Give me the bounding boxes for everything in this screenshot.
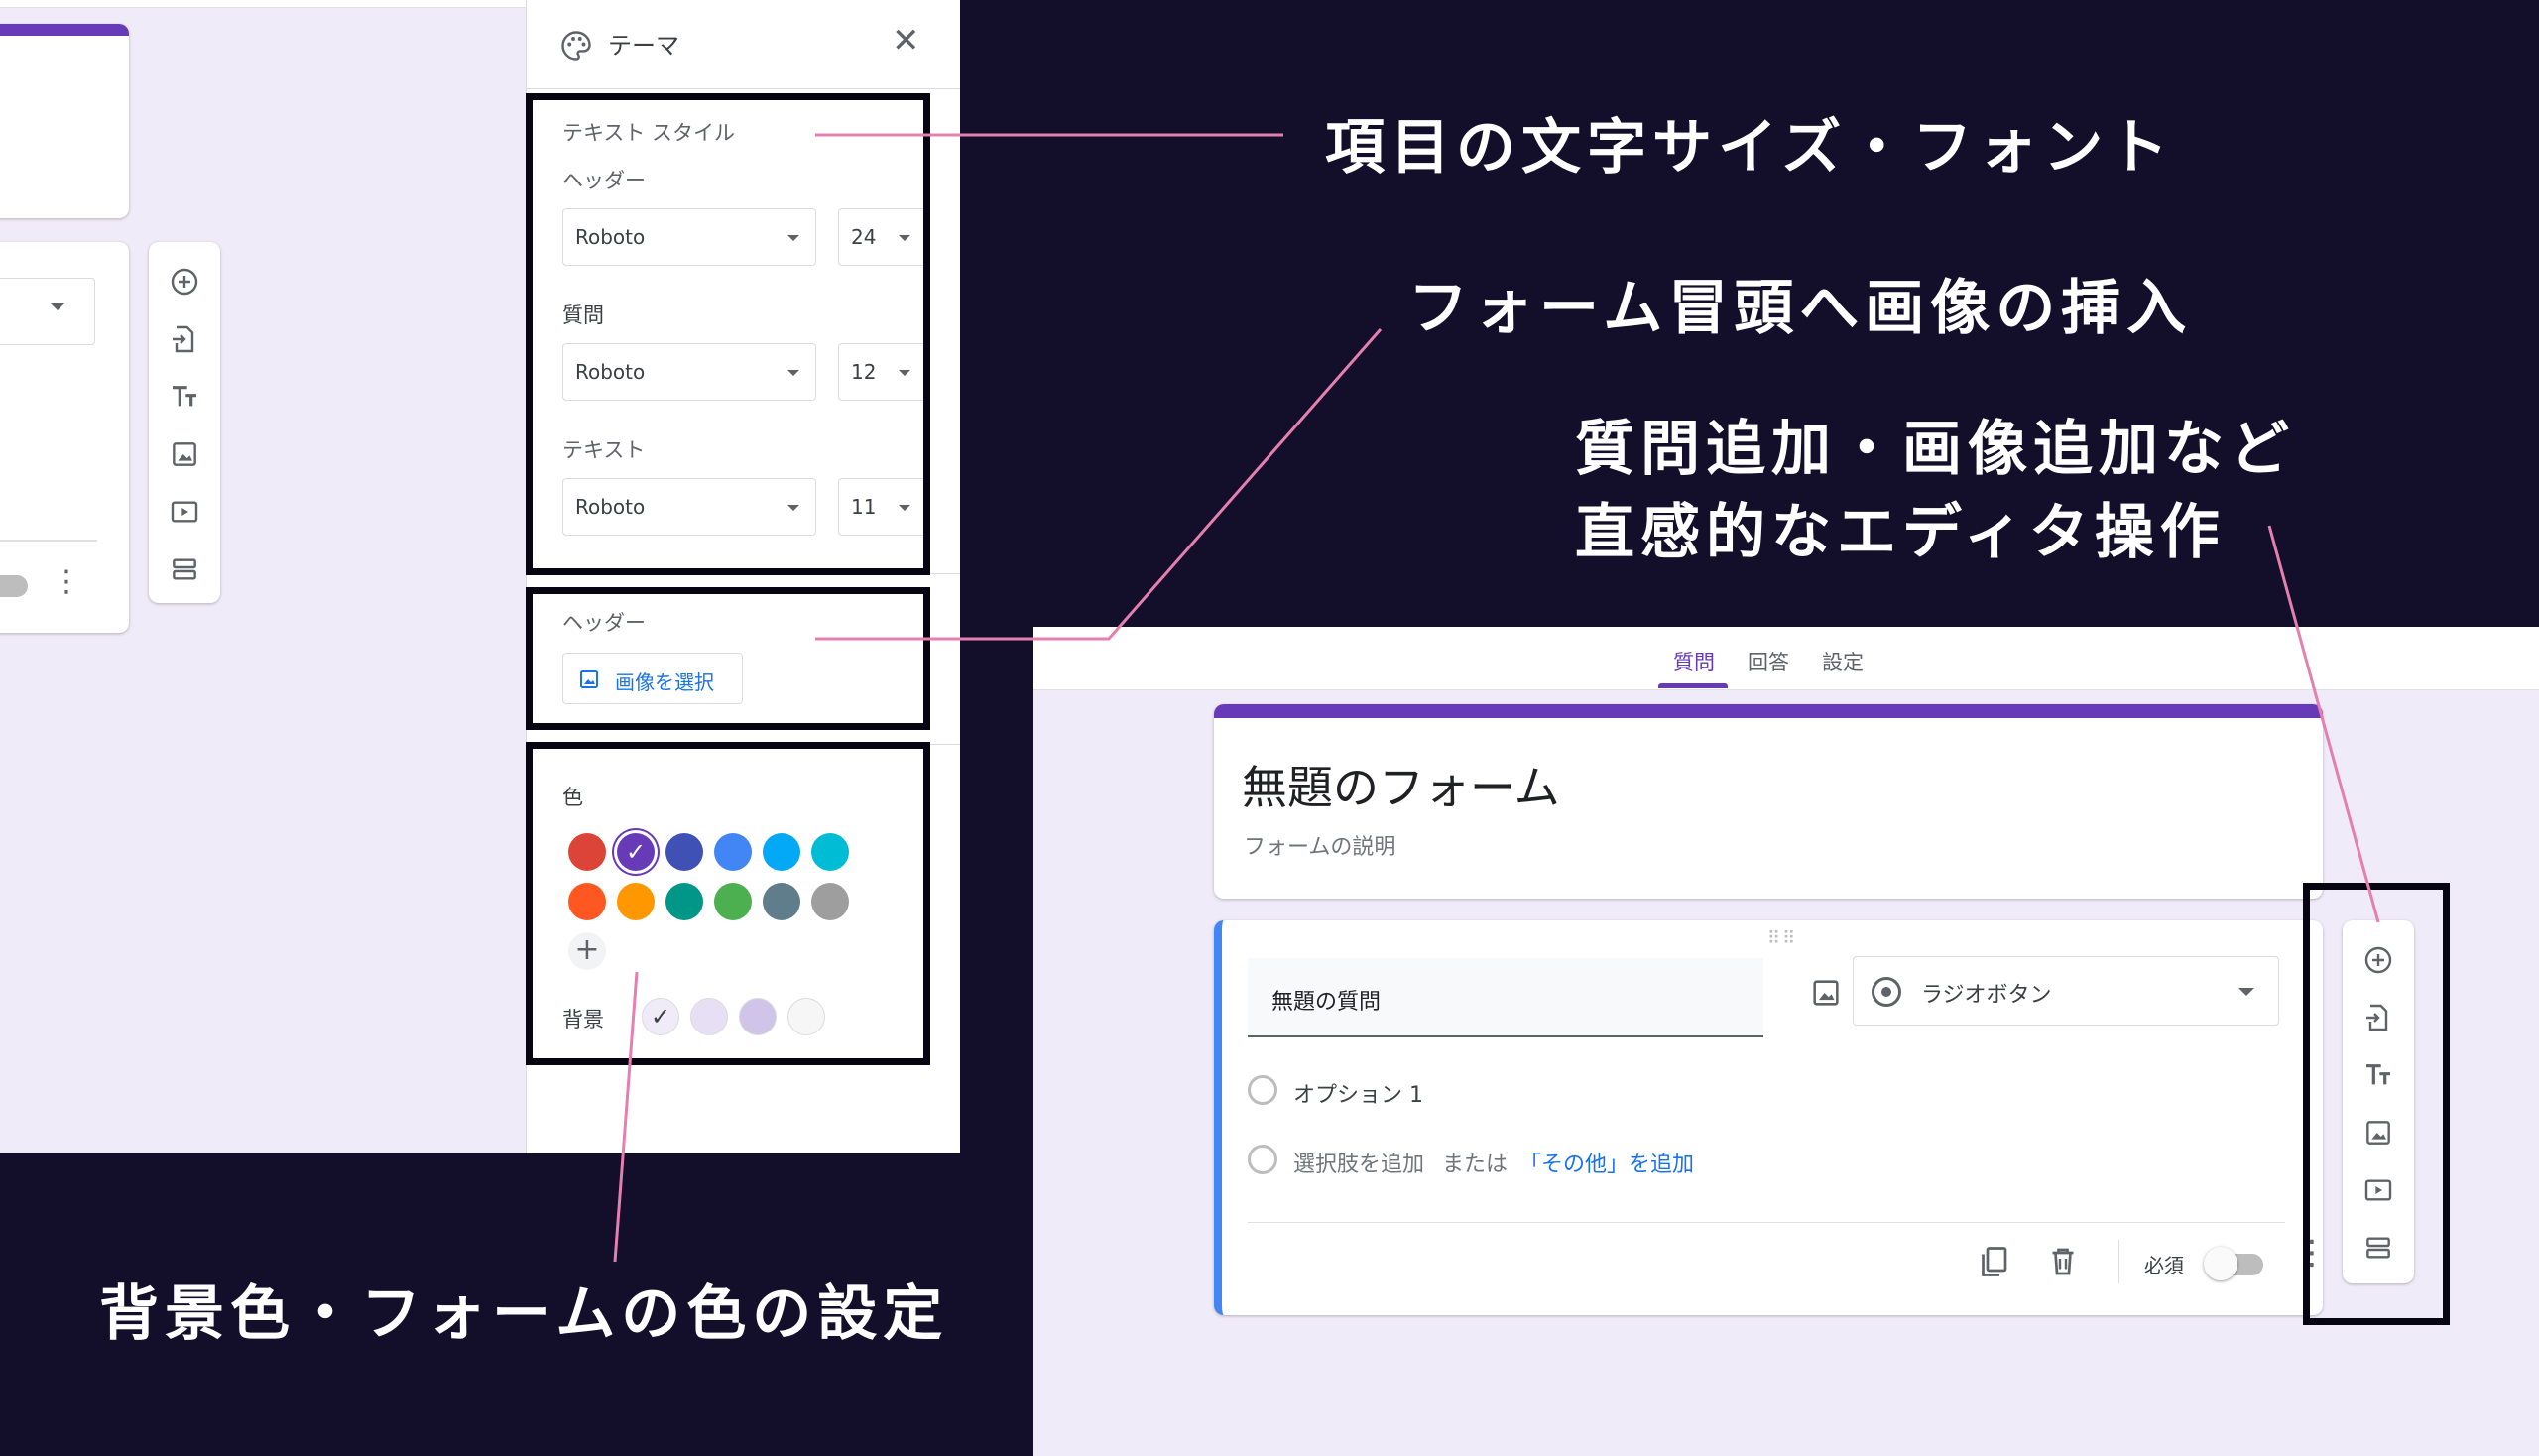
drag-handle-icon[interactable]: ⠿⠿ [1767, 928, 1797, 949]
section-icon [173, 558, 196, 580]
tab-responses[interactable]: 回答 [1748, 647, 1789, 676]
header-image-frame [526, 587, 930, 730]
required-toggle[interactable] [0, 575, 28, 597]
more-vert-icon[interactable]: ⋮ [52, 567, 81, 597]
color-settings-frame [526, 742, 930, 1065]
text-fields-icon [173, 386, 196, 407]
question-title-text: 無題の質問 [1271, 990, 1382, 1015]
footer-divider [2118, 1240, 2119, 1283]
question-type-select[interactable]: ラジオボタン [1853, 956, 2279, 1026]
required-toggle-knob[interactable] [2204, 1247, 2237, 1280]
annotation-font-settings: 項目の文字サイズ・フォント [1325, 113, 2175, 182]
palette-icon [561, 31, 591, 61]
form-title-card: 無題のフォーム フォームの説明 [1214, 704, 2323, 899]
question-card: ⠿⠿ 無題の質問 ラジオボタン オプション 1 選択肢を追加 または 「その他」… [1214, 920, 2329, 1315]
add-option-link[interactable]: 選択肢を追加 [1293, 1147, 1424, 1178]
annotation-editor-line-2: 直感的なエディタ操作 [1575, 498, 2226, 567]
import-questions-button[interactable] [161, 315, 208, 363]
add-section-button[interactable] [161, 546, 208, 593]
add-video-button[interactable] [161, 488, 208, 536]
annotation-color-settings: 背景色・フォームの色の設定 [99, 1279, 949, 1349]
annotation-header-image: フォーム冒頭へ画像の挿入 [1408, 274, 2193, 343]
form-title[interactable]: 無題のフォーム [1242, 752, 1560, 817]
card-divider [0, 540, 97, 542]
option-1-label[interactable]: オプション 1 [1293, 1077, 1423, 1109]
add-title-button[interactable] [161, 373, 208, 421]
chevron-down-icon [50, 303, 65, 310]
question-title-input[interactable]: 無題の質問 [1248, 958, 1763, 1037]
font-settings-frame [526, 93, 930, 575]
theme-header: テーマ ✕ [527, 0, 960, 89]
image-icon [173, 442, 196, 466]
tab-settings[interactable]: 設定 [1822, 647, 1864, 676]
form-description[interactable]: フォームの説明 [1244, 829, 1395, 861]
question-type-value: ラジオボタン [1921, 983, 2052, 1008]
form-title-card [0, 24, 129, 218]
active-tab-indicator [1658, 683, 1728, 688]
close-icon[interactable]: ✕ [892, 24, 920, 58]
annotation-editor-line-1: 質問追加・画像追加など [1575, 415, 2295, 484]
question-type-select[interactable] [0, 278, 95, 345]
duplicate-icon[interactable] [1976, 1244, 2011, 1279]
video-icon [171, 501, 198, 523]
left-screenshot: ⋮ テーマ ✕ テキスト スタイル ヘッダー Roboto 24 質問 Robo… [0, 0, 960, 1153]
tab-questions[interactable]: 質問 [1673, 647, 1715, 676]
radio-button-icon [1872, 977, 1901, 1007]
required-label: 必須 [2144, 1254, 2184, 1277]
import-icon [173, 325, 194, 353]
or-text: または [1442, 1153, 1509, 1177]
toolbar-highlight-frame [2303, 883, 2450, 1325]
image-icon[interactable] [1809, 976, 1843, 1010]
trash-icon[interactable] [2045, 1244, 2081, 1279]
chevron-down-icon [2238, 988, 2254, 996]
theme-title: テーマ [608, 32, 679, 60]
add-circle-icon [171, 268, 198, 296]
card-divider [1248, 1222, 2285, 1223]
tab-bar: 質問 回答 設定 [1033, 627, 2539, 690]
add-question-button[interactable] [161, 258, 208, 305]
add-other-link[interactable]: 「その他」を追加 [1519, 1147, 1694, 1178]
editor-toolbar [149, 242, 220, 603]
option-radio [1248, 1145, 1277, 1174]
add-image-button[interactable] [161, 430, 208, 478]
option-radio [1248, 1075, 1277, 1105]
